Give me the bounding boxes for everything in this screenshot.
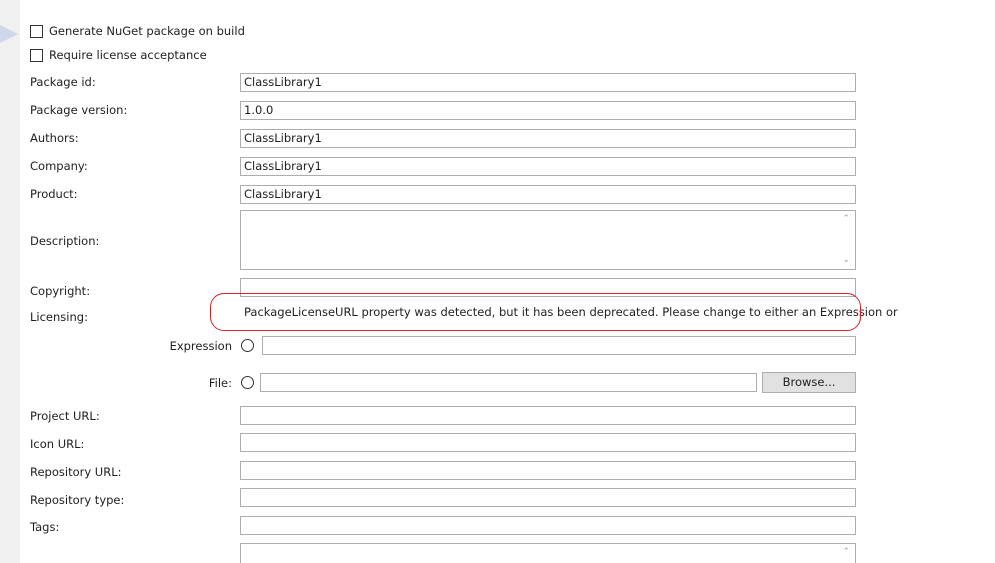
generate-nuget-label: Generate NuGet package on build — [49, 24, 245, 38]
require-license-checkbox[interactable] — [30, 48, 43, 62]
licensing-label: Licensing: — [30, 310, 88, 324]
file-label: File: — [208, 376, 232, 390]
product-label: Product: — [30, 187, 78, 201]
repository-type-label: Repository type: — [30, 493, 125, 507]
file-radio[interactable] — [241, 376, 254, 389]
package-version-label: Package version: — [30, 103, 128, 117]
product-input[interactable]: ClassLibrary1 — [240, 185, 856, 204]
browse-button[interactable]: Browse... — [762, 372, 856, 393]
company-label: Company: — [30, 159, 88, 173]
left-strip — [0, 0, 20, 563]
company-input[interactable]: ClassLibrary1 — [240, 157, 856, 176]
scroll-up-icon[interactable]: ⌃ — [842, 548, 850, 557]
package-id-input[interactable]: ClassLibrary1 — [240, 73, 856, 92]
project-url-input[interactable] — [240, 406, 856, 425]
description-label: Description: — [30, 234, 100, 248]
scroll-up-icon[interactable]: ⌃ — [842, 215, 850, 224]
copyright-label: Copyright: — [30, 284, 91, 298]
project-url-label: Project URL: — [30, 409, 100, 423]
repository-type-input[interactable] — [240, 488, 856, 507]
warning-highlight-outline — [210, 293, 861, 331]
selected-nav-marker — [0, 25, 18, 43]
package-properties-page: Generate NuGet package on build Require … — [0, 0, 995, 563]
require-license-label: Require license acceptance — [49, 48, 207, 62]
scroll-down-icon[interactable]: ⌄ — [842, 256, 850, 265]
require-license-row[interactable]: Require license acceptance — [30, 46, 207, 64]
generate-nuget-row[interactable]: Generate NuGet package on build — [30, 22, 245, 40]
expression-radio[interactable] — [241, 339, 254, 352]
authors-label: Authors: — [30, 131, 79, 145]
repository-url-input[interactable] — [240, 461, 856, 480]
package-id-label: Package id: — [30, 75, 96, 89]
icon-url-label: Icon URL: — [30, 437, 85, 451]
icon-url-input[interactable] — [240, 433, 856, 452]
description-textarea[interactable]: ⌃ ⌄ — [240, 210, 856, 270]
expression-label: Expression — [169, 339, 232, 353]
tags-input[interactable] — [240, 516, 856, 535]
repository-url-label: Repository URL: — [30, 465, 122, 479]
file-input[interactable] — [260, 373, 757, 392]
expression-input[interactable] — [262, 336, 856, 355]
generate-nuget-checkbox[interactable] — [30, 24, 43, 38]
tags-label: Tags: — [30, 520, 60, 534]
release-notes-textarea[interactable]: ⌃ — [240, 543, 856, 563]
authors-input[interactable]: ClassLibrary1 — [240, 129, 856, 148]
package-version-input[interactable]: 1.0.0 — [240, 101, 856, 120]
